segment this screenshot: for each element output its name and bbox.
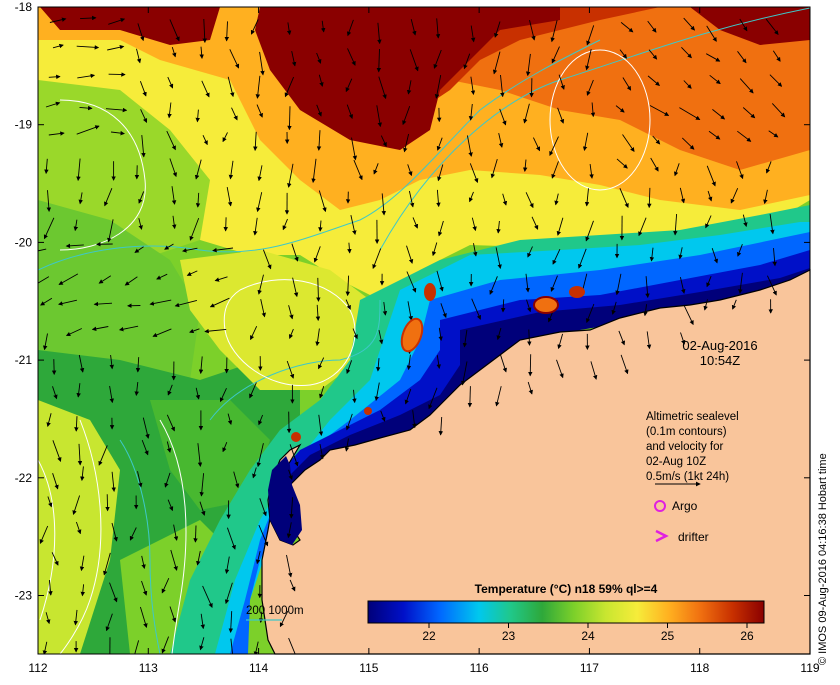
- drifter-label: drifter: [678, 530, 709, 544]
- x-tick-label: 112: [28, 661, 47, 675]
- time-label: 10:54Z: [700, 353, 741, 368]
- legend-line-5: 0.5m/s (1kt 24h): [646, 471, 729, 483]
- isobath-label: 200 1000m: [246, 605, 304, 617]
- date-label: 02-Aug-2016: [682, 338, 757, 353]
- velocity-arrow: [530, 354, 531, 375]
- velocity-arrow: [195, 526, 196, 543]
- legend-line-4: 02-Aug 10Z: [646, 456, 706, 468]
- y-tick-label: -23: [15, 589, 33, 603]
- y-tick-label: -21: [15, 353, 33, 367]
- colorbar-tick-label: 23: [502, 629, 516, 643]
- ocean-temperature-map: 112113114115116117118119 -18-19-20-21-22…: [0, 0, 840, 680]
- colorbar-tick-label: 25: [661, 629, 675, 643]
- credit-text: © IMOS 09-Aug-2016 04:16:38 Hobart time: [817, 453, 829, 665]
- velocity-arrow: [226, 217, 227, 231]
- velocity-arrow: [289, 106, 290, 129]
- x-tick-label: 116: [470, 661, 489, 675]
- colorbar-title: Temperature (°C) n18 59% ql>=4: [475, 582, 658, 596]
- x-tick-label: 113: [139, 661, 158, 675]
- colorbar-tick-label: 22: [422, 629, 436, 643]
- legend-line-2: (0.1m contours): [646, 426, 727, 438]
- legend-line-3: and velocity for: [646, 441, 724, 453]
- x-tick-label: 117: [580, 661, 599, 675]
- colorbar-tick-label: 24: [581, 629, 595, 643]
- y-tick-label: -20: [15, 235, 33, 249]
- velocity-arrow: [470, 386, 471, 407]
- legend-line-1: Altimetric sealevel: [646, 411, 739, 423]
- y-tick-label: -18: [15, 0, 33, 14]
- y-tick-label: -19: [15, 118, 33, 132]
- y-tick-label: -22: [15, 471, 33, 485]
- colorbar-gradient: [368, 601, 764, 623]
- colorbar-tick-label: 26: [740, 629, 754, 643]
- argo-label: Argo: [672, 499, 698, 513]
- x-tick-label: 118: [690, 661, 709, 675]
- x-tick-label: 115: [359, 661, 378, 675]
- map-figure: 112113114115116117118119 -18-19-20-21-22…: [0, 0, 840, 680]
- x-tick-label: 114: [249, 661, 268, 675]
